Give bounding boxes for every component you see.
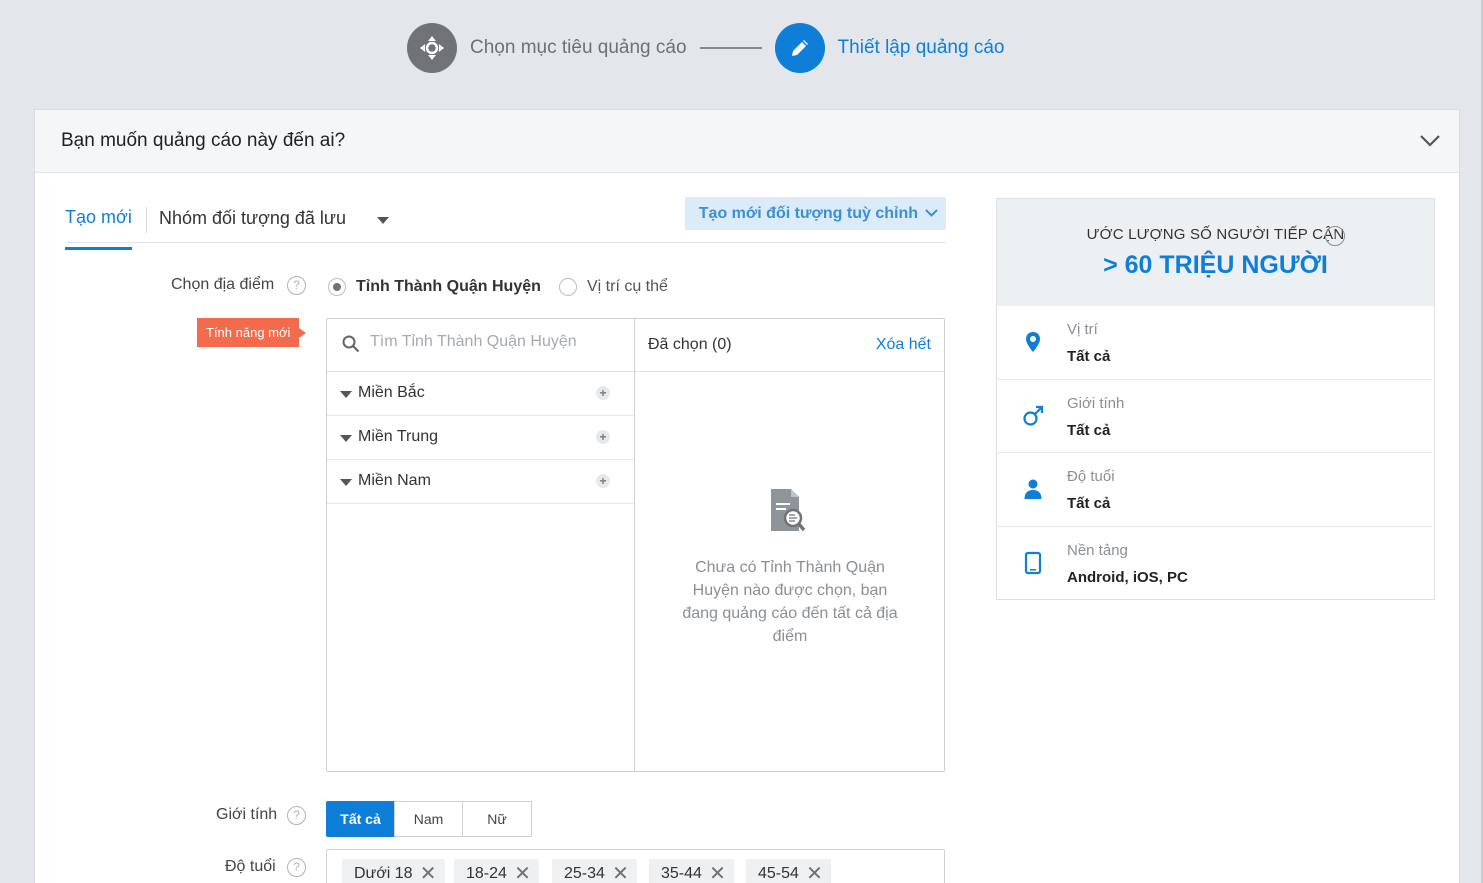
region-item[interactable]: Miền Bắc + (327, 372, 634, 416)
age-chip: 18-24 ✕ (454, 859, 539, 883)
age-chip-label: 25-34 (564, 865, 605, 882)
age-chip-label: Dưới 18 (354, 865, 413, 882)
location-search (327, 319, 634, 372)
tab-saved-audiences[interactable]: Nhóm đối tượng đã lưu (159, 208, 346, 229)
gender-label: Giới tính (216, 806, 278, 823)
location-picker: Miền Bắc + Miền Trung + Miền Nam + Đã ch… (326, 318, 945, 772)
location-label: Chọn địa điểm (171, 276, 275, 293)
empty-document-icon (771, 489, 806, 532)
card-title: Bạn muốn quảng cáo này đến ai? (61, 130, 346, 151)
tab-new[interactable]: Tạo mới (65, 207, 132, 250)
step-connector (699, 47, 762, 49)
chevron-down-icon[interactable] (1419, 134, 1441, 148)
estimate-item-label: Nền tảng (1067, 541, 1128, 559)
estimate-item-age: Độ tuổi Tất cả (997, 453, 1432, 527)
clear-all-link[interactable]: Xóa hết (876, 336, 931, 354)
age-chip-label: 18-24 (466, 865, 507, 882)
step2-circle[interactable] (774, 23, 825, 73)
reach-estimate-panel: ƯỚC LƯỢNG SỐ NGƯỜI TIẾP CẬN i > 60 TRIỆU… (996, 198, 1435, 600)
create-custom-audience-label: Tạo mới đối tượng tuỳ chỉnh (698, 205, 918, 222)
location-search-input[interactable] (370, 333, 610, 351)
estimate-item-label: Giới tính (1067, 394, 1125, 412)
age-chip: 35-44 ✕ (649, 859, 734, 883)
estimate-item-location: Vị trí Tất cả (997, 306, 1432, 380)
remove-icon[interactable]: ✕ (612, 859, 629, 883)
age-chip-label: 35-44 (661, 865, 702, 882)
reach-estimate-title: ƯỚC LƯỢNG SỐ NGƯỜI TIẾP CẬN (997, 226, 1434, 243)
step2-label[interactable]: Thiết lập quảng cáo (838, 37, 1005, 59)
region-item[interactable]: Miền Nam + (327, 460, 634, 504)
gender-option-female[interactable]: Nữ (462, 801, 532, 837)
new-feature-badge: Tính năng mới (197, 318, 307, 347)
help-icon[interactable]: ? (287, 858, 306, 877)
age-chip: 45-54 ✕ (746, 859, 831, 883)
step1-label[interactable]: Chọn mục tiêu quảng cáo (470, 37, 687, 59)
person-icon (1024, 479, 1042, 499)
location-pin-icon (1026, 332, 1040, 352)
radio-province[interactable]: Tỉnh Thành Quận Huyện (328, 278, 541, 296)
empty-selection-message: Chưa có Tỉnh Thành Quận Huyện nào được c… (682, 559, 898, 645)
age-chip: Dưới 18 ✕ (342, 859, 445, 883)
help-icon[interactable]: ? (287, 276, 306, 295)
expand-triangle-icon[interactable] (340, 479, 352, 486)
age-range-selector[interactable]: Dưới 18 ✕ 18-24 ✕ 25-34 ✕ 35-44 ✕ 45-54 … (326, 849, 945, 883)
help-icon[interactable]: ? (287, 806, 306, 825)
card-header[interactable]: Bạn muốn quảng cáo này đến ai? (35, 110, 1459, 173)
info-icon[interactable]: i (1325, 226, 1345, 246)
tab-separator (146, 207, 147, 233)
audience-tabs: Tạo mới Nhóm đối tượng đã lưu Tạo mới đố… (65, 197, 946, 250)
age-chip-label: 45-54 (758, 865, 799, 882)
region-name: Miền Nam (358, 472, 431, 489)
estimate-item-value: Tất cả (1067, 421, 1111, 439)
region-item[interactable]: Miền Trung + (327, 416, 634, 460)
gender-option-all[interactable]: Tất cả (326, 801, 395, 837)
add-icon[interactable]: + (596, 386, 610, 400)
age-chip: 25-34 ✕ (552, 859, 637, 883)
estimate-item-label: Độ tuổi (1067, 468, 1115, 485)
expand-triangle-icon[interactable] (340, 435, 352, 442)
gender-segmented-control: Tất cả Nam Nữ (326, 801, 532, 837)
create-custom-audience-button[interactable]: Tạo mới đối tượng tuỳ chỉnh (684, 197, 946, 230)
remove-icon[interactable]: ✕ (514, 859, 531, 883)
step1-circle[interactable] (407, 23, 457, 73)
caret-down-icon[interactable] (377, 217, 389, 224)
radio-province-label: Tỉnh Thành Quận Huyện (356, 278, 541, 295)
expand-triangle-icon[interactable] (340, 391, 352, 398)
move-target-icon (420, 36, 444, 60)
radio-specific[interactable]: Vị trí cụ thể (559, 278, 668, 296)
reach-estimate-value: > 60 TRIỆU NGƯỜI (1103, 251, 1328, 279)
selected-count: Đã chọn (0) (648, 336, 732, 353)
estimate-item-gender: Giới tính Tất cả (997, 380, 1432, 453)
age-label: Độ tuổi (225, 858, 276, 875)
radio-dot-selected[interactable] (328, 278, 346, 296)
tablet-icon (1024, 551, 1042, 574)
add-icon[interactable]: + (596, 474, 610, 488)
region-name: Miền Trung (358, 428, 439, 445)
estimate-item-value: Tất cả (1067, 495, 1111, 512)
estimate-item-value: Tất cả (1067, 348, 1111, 365)
selected-header: Đã chọn (0) Xóa hết (635, 319, 944, 372)
radio-dot[interactable] (559, 278, 577, 296)
remove-icon[interactable]: ✕ (709, 859, 726, 883)
region-name: Miền Bắc (358, 384, 425, 401)
estimate-item-label: Vị trí (1067, 321, 1098, 338)
reach-estimate-header: ƯỚC LƯỢNG SỐ NGƯỜI TIẾP CẬN i > 60 TRIỆU… (997, 199, 1434, 306)
gender-option-male[interactable]: Nam (394, 801, 463, 837)
estimate-item-value: Android, iOS, PC (1067, 568, 1188, 586)
add-icon[interactable]: + (596, 430, 610, 444)
estimate-item-platform: Nền tảng Android, iOS, PC (997, 527, 1432, 601)
radio-specific-label: Vị trí cụ thể (587, 278, 668, 295)
search-icon (342, 335, 360, 353)
remove-icon[interactable]: ✕ (420, 859, 437, 883)
chevron-down-icon (925, 209, 938, 217)
male-symbol-icon (1023, 405, 1044, 426)
pencil-icon (791, 40, 808, 56)
selected-panel: Đã chọn (0) Xóa hết Chưa có Tỉnh Thành Q… (635, 319, 944, 771)
stepper: Chọn mục tiêu quảng cáo Thiết lập quảng … (407, 23, 1004, 73)
remove-icon[interactable]: ✕ (806, 859, 823, 883)
reach-estimate-title-text: ƯỚC LƯỢNG SỐ NGƯỜI TIẾP CẬN (1086, 226, 1345, 243)
region-list-panel: Miền Bắc + Miền Trung + Miền Nam + (327, 319, 635, 771)
